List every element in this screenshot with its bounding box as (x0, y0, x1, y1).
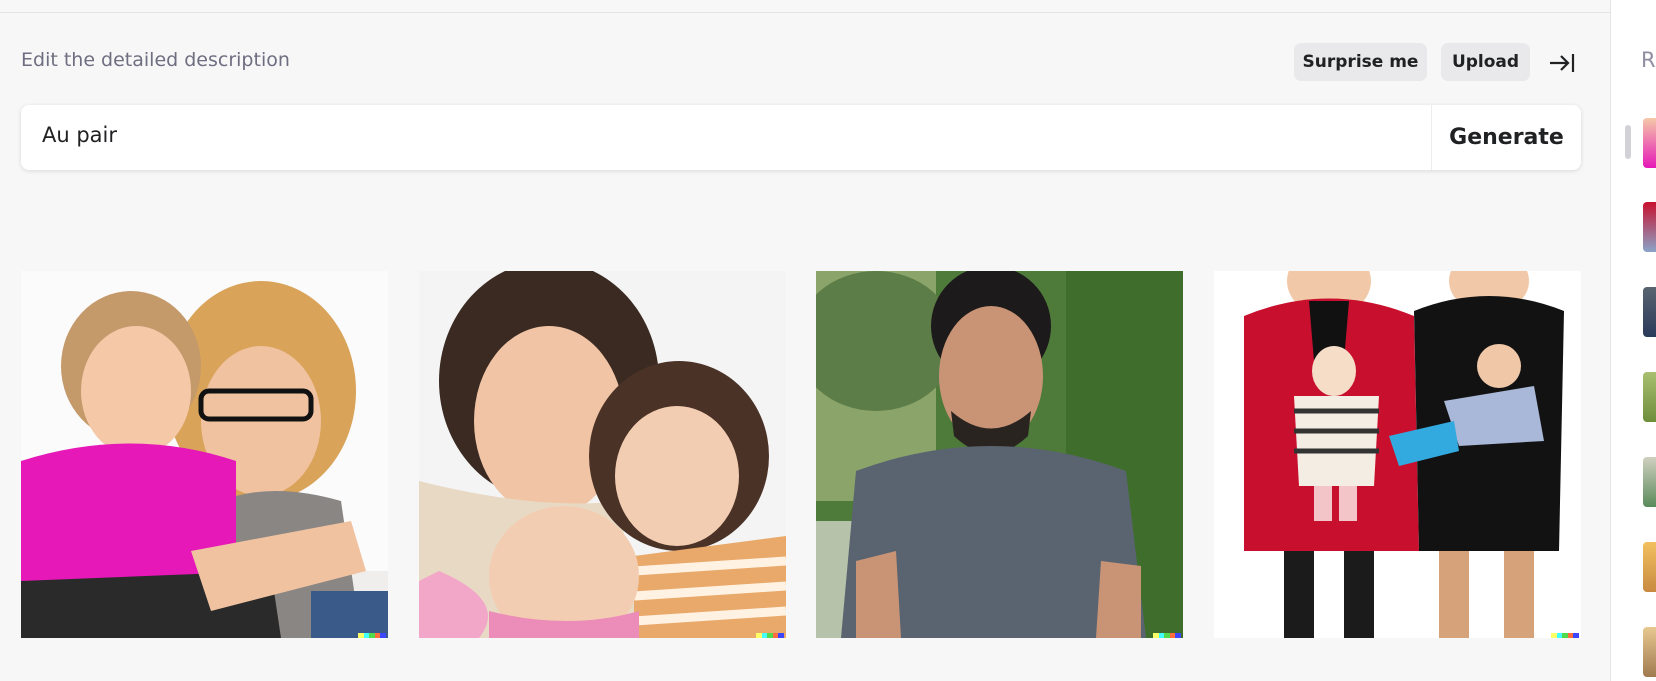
history-thumbnail[interactable] (1643, 372, 1656, 422)
watermark-signature (756, 633, 784, 638)
result-image-4[interactable] (1214, 271, 1581, 638)
description-label: Edit the detailed description (21, 49, 290, 71)
prompt-input[interactable]: Au pair (42, 123, 117, 147)
history-thumbnail[interactable] (1643, 627, 1656, 677)
history-thumbnail[interactable] (1643, 202, 1656, 252)
result-image-3[interactable] (816, 271, 1183, 638)
history-scrollbar[interactable] (1625, 125, 1631, 159)
upload-button[interactable]: Upload (1441, 43, 1530, 81)
prompt-box: Au pair Generate (21, 105, 1581, 170)
history-thumbnail[interactable] (1643, 457, 1656, 507)
watermark-signature (358, 633, 386, 638)
history-thumbnail[interactable] (1643, 542, 1656, 592)
watermark-signature (1153, 633, 1181, 638)
collapse-panel-icon[interactable] (1548, 50, 1576, 76)
result-image-1[interactable] (21, 271, 388, 638)
history-panel: R (1610, 0, 1656, 681)
main-area: Edit the detailed description Surprise m… (0, 0, 1610, 681)
generate-button[interactable]: Generate (1432, 105, 1581, 170)
surprise-me-button[interactable]: Surprise me (1294, 43, 1427, 81)
history-panel-title: R (1641, 48, 1656, 72)
result-image-2[interactable] (419, 271, 786, 638)
watermark-signature (1551, 633, 1579, 638)
history-thumbnail[interactable] (1643, 118, 1656, 168)
history-thumbnail[interactable] (1643, 287, 1656, 337)
